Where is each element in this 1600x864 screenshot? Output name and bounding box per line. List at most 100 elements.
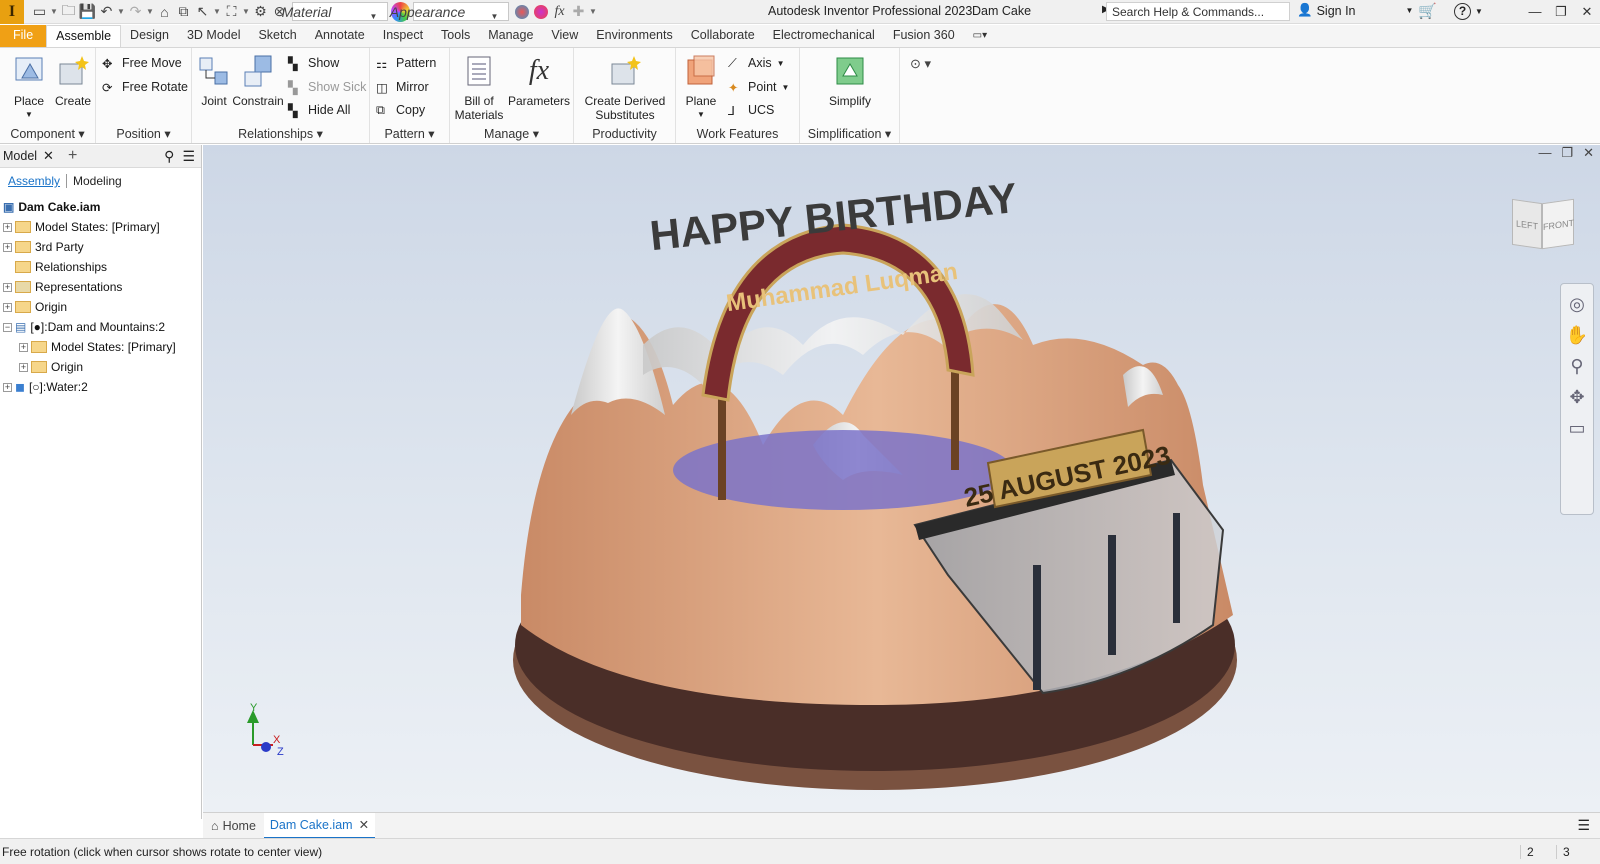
restore-icon[interactable]: ❐ xyxy=(1548,0,1574,24)
add-icon[interactable]: + xyxy=(68,147,77,165)
viewcube-left-face[interactable]: LEFT xyxy=(1512,198,1542,250)
graphics-viewport[interactable]: HAPPY BIRTHDAY Muhammad Luqman 25 AUGUST… xyxy=(203,145,1600,812)
tree-node[interactable]: + ◼ [○]:Water:2 xyxy=(3,377,88,397)
close-icon[interactable]: ✕ xyxy=(43,148,54,164)
home-icon[interactable]: ⌂ xyxy=(155,2,174,22)
simplify-button[interactable]: Simplify xyxy=(824,54,876,108)
tab-3d-model[interactable]: 3D Model xyxy=(178,25,250,47)
parameters-button[interactable]: fx Parameters xyxy=(506,54,572,108)
tab-environments[interactable]: Environments xyxy=(587,25,681,47)
adjust-appearance-icon[interactable] xyxy=(512,2,531,22)
save-icon[interactable]: 💾 xyxy=(78,2,97,22)
tab-file[interactable]: File xyxy=(0,25,47,47)
tree-node[interactable]: + Model States: [Primary] xyxy=(3,217,160,237)
zoom-icon[interactable]: ⚲ xyxy=(1561,356,1593,377)
plane-button[interactable]: Plane ▼ xyxy=(680,54,722,122)
material-dropdown[interactable]: Material ▼ xyxy=(282,2,388,21)
tab-tools[interactable]: Tools xyxy=(432,25,479,47)
viewcube-front-face[interactable]: FRONT xyxy=(1542,198,1574,250)
mirror-button[interactable]: ◫ Mirror xyxy=(376,77,429,97)
pattern-group-label[interactable]: Pattern ▾ xyxy=(370,126,449,141)
expand-icon[interactable]: + xyxy=(3,282,12,292)
pan-icon[interactable]: ✋ xyxy=(1561,325,1593,346)
appearance-dropdown[interactable]: Appearance ▼ xyxy=(390,2,509,21)
close-icon[interactable]: ✕ xyxy=(359,817,369,832)
joint-button[interactable]: Joint xyxy=(194,54,234,108)
tab-view[interactable]: View xyxy=(542,25,587,47)
redo-icon[interactable]: ↷ xyxy=(126,2,145,22)
viewcube[interactable]: LEFT FRONT xyxy=(1512,195,1576,255)
tree-node[interactable]: Relationships xyxy=(15,257,107,277)
chevron-down-icon[interactable]: ▼ xyxy=(116,2,126,22)
new-file-icon[interactable]: ▭ xyxy=(30,2,49,22)
ribbon-options-icon[interactable]: ⊙ ▾ xyxy=(910,56,931,72)
pattern-button[interactable]: ⚏ Pattern xyxy=(376,53,436,73)
tree-node[interactable]: +3rd Party xyxy=(3,237,84,257)
help-icon[interactable]: ? xyxy=(1454,3,1471,20)
selection-priority-icon[interactable]: ⛶ xyxy=(222,2,241,22)
expand-icon[interactable]: + xyxy=(3,222,12,232)
parameters-fx-icon[interactable]: fx xyxy=(550,2,569,22)
place-button[interactable]: Place ▼ xyxy=(8,54,50,122)
chevron-down-icon[interactable]: ▼ xyxy=(145,2,155,22)
bill-of-materials-button[interactable]: Bill of Materials xyxy=(454,54,504,122)
open-folder-icon[interactable]: 🗀 xyxy=(59,2,78,22)
menu-icon[interactable]: ☰ xyxy=(1577,817,1590,834)
restore-icon[interactable]: ❐ xyxy=(1561,145,1573,161)
manage-group-label[interactable]: Manage ▾ xyxy=(450,126,573,141)
simplification-group-label[interactable]: Simplification ▾ xyxy=(800,126,899,141)
show-sick-button[interactable]: ▚ Show Sick xyxy=(288,77,366,97)
document-tab-active[interactable]: Dam Cake.iam ✕ xyxy=(263,812,376,839)
relationships-group-label[interactable]: Relationships ▾ xyxy=(192,126,369,141)
adjust-icon[interactable]: ⚙ xyxy=(251,2,270,22)
tab-collaborate[interactable]: Collaborate xyxy=(682,25,764,47)
look-at-icon[interactable]: ▭ xyxy=(1561,418,1593,439)
show-button[interactable]: ▚ Show xyxy=(288,53,339,73)
home-tab[interactable]: ⌂ Home xyxy=(203,819,264,833)
tree-root[interactable]: ▣ Dam Cake.iam xyxy=(3,197,100,217)
tab-electromechanical[interactable]: Electromechanical xyxy=(764,25,884,47)
collapse-icon[interactable]: − xyxy=(3,322,12,332)
search-input[interactable]: Search Help & Commands... xyxy=(1106,2,1290,21)
menu-icon[interactable]: ☰ xyxy=(182,148,195,165)
tree-node[interactable]: + Origin xyxy=(3,297,67,317)
sign-in-button[interactable]: 👤 Sign In ▼ xyxy=(1297,3,1413,18)
chevron-down-icon[interactable]: ▼ xyxy=(241,2,251,22)
free-move-button[interactable]: ✥ Free Move xyxy=(102,53,182,73)
minimize-icon[interactable]: — xyxy=(1538,145,1551,161)
expand-icon[interactable]: + xyxy=(19,342,28,352)
clear-appearance-icon[interactable] xyxy=(531,2,550,22)
component-group-label[interactable]: Component ▾ xyxy=(0,126,95,141)
position-group-label[interactable]: Position ▾ xyxy=(96,126,191,141)
close-icon[interactable]: ✕ xyxy=(1583,145,1594,161)
tab-fusion-360[interactable]: Fusion 360 xyxy=(884,25,964,47)
tree-node[interactable]: − ▤ [●]:Dam and Mountains:2 xyxy=(3,317,165,337)
add-icon[interactable]: ✚ xyxy=(569,2,588,22)
tab-design[interactable]: Design xyxy=(121,25,178,47)
tab-annotate[interactable]: Annotate xyxy=(306,25,374,47)
projects-icon[interactable]: ⧉ xyxy=(174,2,193,22)
tree-node[interactable]: + Model States: [Primary] xyxy=(19,337,176,357)
ucs-button[interactable]: ⅃ UCS xyxy=(728,100,774,120)
cart-icon[interactable]: 🛒 xyxy=(1418,2,1437,20)
copy-button[interactable]: ⧉ Copy xyxy=(376,100,425,120)
tab-inspect[interactable]: Inspect xyxy=(374,25,432,47)
tree-node[interactable]: + Origin xyxy=(19,357,83,377)
chevron-down-icon[interactable]: ▼ xyxy=(212,2,222,22)
tab-manage[interactable]: Manage xyxy=(479,25,542,47)
tab-modeling-mode[interactable]: Modeling xyxy=(67,174,122,188)
steering-wheel-icon[interactable]: ◎ xyxy=(1561,294,1593,315)
expand-icon[interactable]: + xyxy=(3,242,12,252)
select-filter-icon[interactable]: ↖ xyxy=(193,2,212,22)
undo-icon[interactable]: ↶ xyxy=(97,2,116,22)
tab-model[interactable]: Model xyxy=(0,149,43,163)
minimize-icon[interactable]: — xyxy=(1522,0,1548,24)
expand-icon[interactable]: + xyxy=(19,362,28,372)
chevron-down-icon[interactable]: ▼ xyxy=(1475,7,1483,16)
chevron-down-icon[interactable]: ▼ xyxy=(49,2,59,22)
hide-all-button[interactable]: ▚ Hide All xyxy=(288,100,350,120)
axis-button[interactable]: ⟋ Axis ▼ xyxy=(728,53,785,73)
app-logo-icon[interactable]: I xyxy=(0,0,24,24)
constrain-button[interactable]: Constrain xyxy=(232,54,284,108)
free-rotate-button[interactable]: ⟳ Free Rotate xyxy=(102,77,188,97)
